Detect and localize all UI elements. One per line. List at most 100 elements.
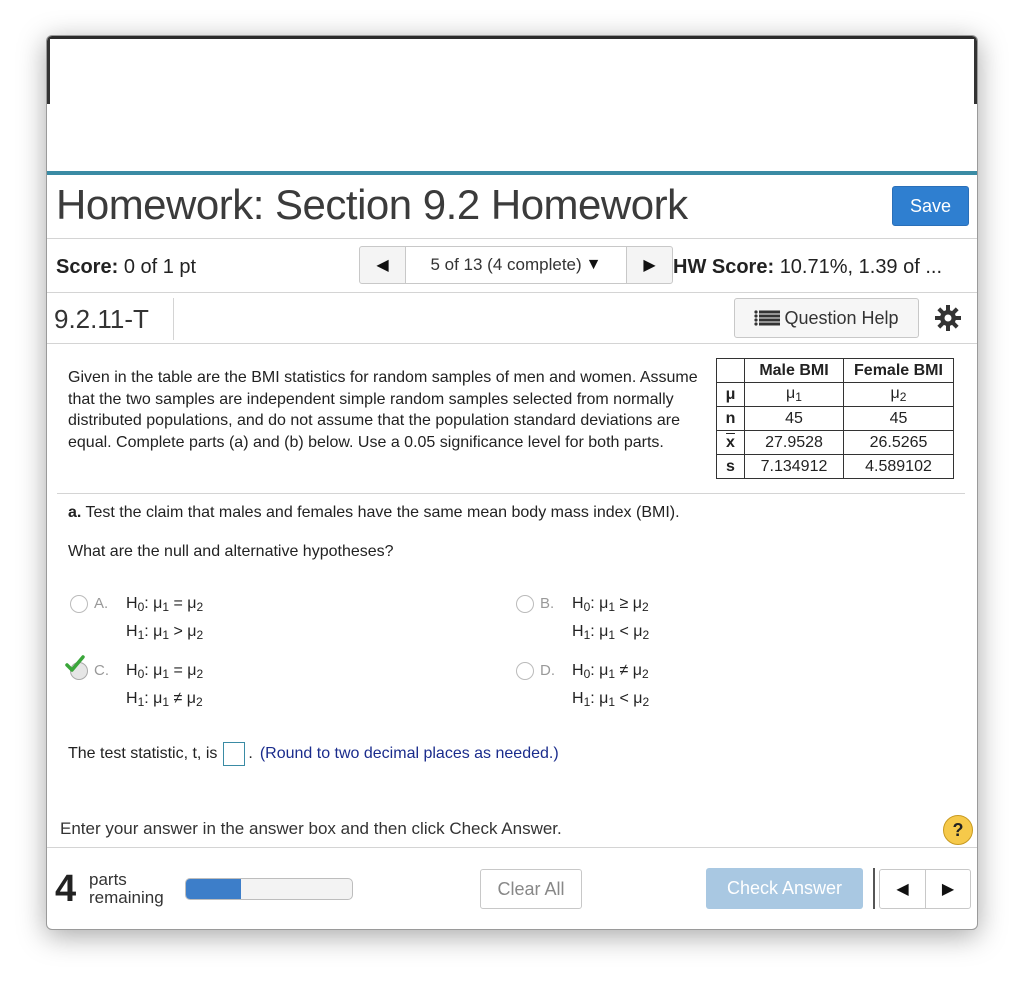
option-d[interactable]: D. H0: μ1 ≠ μ2 H1: μ1 < μ2 <box>516 662 916 712</box>
hypothesis-question: What are the null and alternative hypoth… <box>68 543 394 560</box>
alternative-hypothesis: H1: μ1 > μ2 <box>126 623 204 642</box>
option-letter: D. <box>540 662 555 679</box>
score-value: 0 of 1 pt <box>123 256 197 278</box>
divider <box>47 292 977 293</box>
triangle-left-icon: ◀ <box>896 881 909 898</box>
window-top-border <box>47 36 977 39</box>
part-a-prompt: a. Test the claim that males and females… <box>68 504 680 522</box>
triangle-right-icon: ▶ <box>643 257 656 274</box>
male-bmi-header: Male BMI <box>744 358 844 383</box>
homework-window: Homework: Section 9.2 Homework Save Scor… <box>46 35 978 930</box>
prev-question-button[interactable]: ◀ <box>360 247 405 283</box>
option-letter: A. <box>94 595 109 612</box>
alternative-hypothesis: H1: μ1 < μ2 <box>572 690 650 709</box>
divider <box>47 238 977 239</box>
hw-score: HW Score: 10.71%, 1.39 of ... <box>673 256 942 279</box>
triangle-left-icon: ◀ <box>376 257 389 274</box>
next-question-button[interactable]: ▶ <box>924 870 970 908</box>
accent-divider <box>47 171 977 175</box>
option-c[interactable]: C. H0: μ1 = μ2 H1: μ1 ≠ μ2 <box>65 655 470 712</box>
female-bmi-header: Female BMI <box>843 358 954 383</box>
remaining-word: remaining <box>89 888 164 907</box>
rounding-note: (Round to two decimal places as needed.) <box>259 745 559 762</box>
null-hypothesis: H0: μ1 = μ2 <box>126 595 204 614</box>
parts-remaining-count: 4 <box>55 868 77 910</box>
divider <box>873 868 875 909</box>
clear-all-button[interactable]: Clear All <box>480 869 582 909</box>
check-answer-button[interactable]: Check Answer <box>706 868 863 909</box>
question-dropdown[interactable]: 5 of 13 (4 complete) ▼ <box>405 247 627 283</box>
option-letter: C. <box>94 662 109 679</box>
table-cell: μ2 <box>843 382 954 407</box>
divider <box>57 493 965 494</box>
radio-button[interactable] <box>516 595 534 613</box>
table-cell: μ1 <box>744 382 844 407</box>
table-cell: 7.134912 <box>744 454 844 479</box>
list-lines-icon <box>754 310 781 326</box>
null-hypothesis: H0: μ1 ≠ μ2 <box>572 662 649 681</box>
radio-button[interactable] <box>516 662 534 680</box>
table-cell: 26.5265 <box>843 430 954 455</box>
radio-button[interactable] <box>70 595 88 613</box>
test-statistic-prompt: The test statistic, t, is . (Round to tw… <box>68 742 559 766</box>
table-row: μ μ1 μ2 <box>716 382 954 407</box>
row-label-n: n <box>716 406 745 431</box>
instruction-text: Enter your answer in the answer box and … <box>60 819 562 838</box>
question-intro: Given in the table are the BMI statistic… <box>68 369 698 451</box>
question-help-button[interactable]: Question Help <box>734 298 919 338</box>
divider <box>47 847 977 848</box>
row-label-mu: μ <box>716 382 745 407</box>
parts-word: parts <box>89 870 127 889</box>
table-cell: 4.589102 <box>843 454 954 479</box>
question-help-label: Question Help <box>784 307 899 328</box>
row-label-s: s <box>716 454 745 479</box>
progress-bar <box>185 878 353 900</box>
question-id: 9.2.11-T <box>54 304 149 334</box>
divider <box>173 298 174 340</box>
bmi-table: Male BMI Female BMI μ μ1 μ2 n 45 45 x 27… <box>716 358 954 479</box>
triangle-right-icon: ▶ <box>941 881 955 898</box>
hw-score-value: 10.71%, 1.39 of ... <box>779 256 943 278</box>
part-a-text: Test the claim that males and females ha… <box>85 504 680 521</box>
hw-score-label: HW Score: <box>673 256 775 278</box>
progress-fill <box>186 879 241 899</box>
gear-icon[interactable] <box>934 304 962 332</box>
table-row: s 7.134912 4.589102 <box>716 454 954 479</box>
question-position: 5 of 13 (4 complete) <box>430 255 582 274</box>
null-hypothesis: H0: μ1 = μ2 <box>126 662 204 681</box>
alternative-hypothesis: H1: μ1 ≠ μ2 <box>126 690 203 709</box>
table-cell: 27.9528 <box>744 430 844 455</box>
test-statistic-label: The test statistic, t, is <box>68 745 218 762</box>
table-header-row: Male BMI Female BMI <box>716 358 954 383</box>
divider <box>47 343 977 344</box>
table-corner-cell <box>716 358 745 383</box>
score-label: Score: <box>56 256 119 278</box>
bottom-navigator: ◀ ▶ <box>879 869 971 909</box>
option-letter: B. <box>540 595 555 612</box>
prev-question-button[interactable]: ◀ <box>880 870 925 908</box>
row-label-xbar: x <box>716 430 745 455</box>
option-b[interactable]: B. H0: μ1 ≥ μ2 H1: μ1 < μ2 <box>516 595 916 645</box>
blank-header-area <box>47 36 977 172</box>
page-title: Homework: Section 9.2 Homework <box>56 181 688 228</box>
alternative-hypothesis: H1: μ1 < μ2 <box>572 623 650 642</box>
part-a-label: a. <box>68 504 82 521</box>
caret-down-icon: ▼ <box>585 256 602 273</box>
help-question-icon[interactable]: ? <box>943 815 973 845</box>
score: Score: 0 of 1 pt <box>56 256 196 279</box>
table-cell: 45 <box>843 406 954 431</box>
table-row: x 27.9528 26.5265 <box>716 430 954 455</box>
table-row: n 45 45 <box>716 406 954 431</box>
parts-remaining-label: parts remaining <box>89 871 164 907</box>
save-button[interactable]: Save <box>892 186 969 226</box>
question-navigator: ◀ 5 of 13 (4 complete) ▼ ▶ <box>359 246 673 284</box>
period: . <box>248 745 253 762</box>
check-icon <box>65 655 85 672</box>
null-hypothesis: H0: μ1 ≥ μ2 <box>572 595 649 614</box>
window-left-edge <box>47 36 50 104</box>
answer-input[interactable] <box>223 742 246 766</box>
option-a[interactable]: A. H0: μ1 = μ2 H1: μ1 > μ2 <box>70 595 470 645</box>
table-cell: 45 <box>744 406 844 431</box>
next-question-button[interactable]: ▶ <box>627 247 672 283</box>
window-right-edge <box>974 36 977 104</box>
